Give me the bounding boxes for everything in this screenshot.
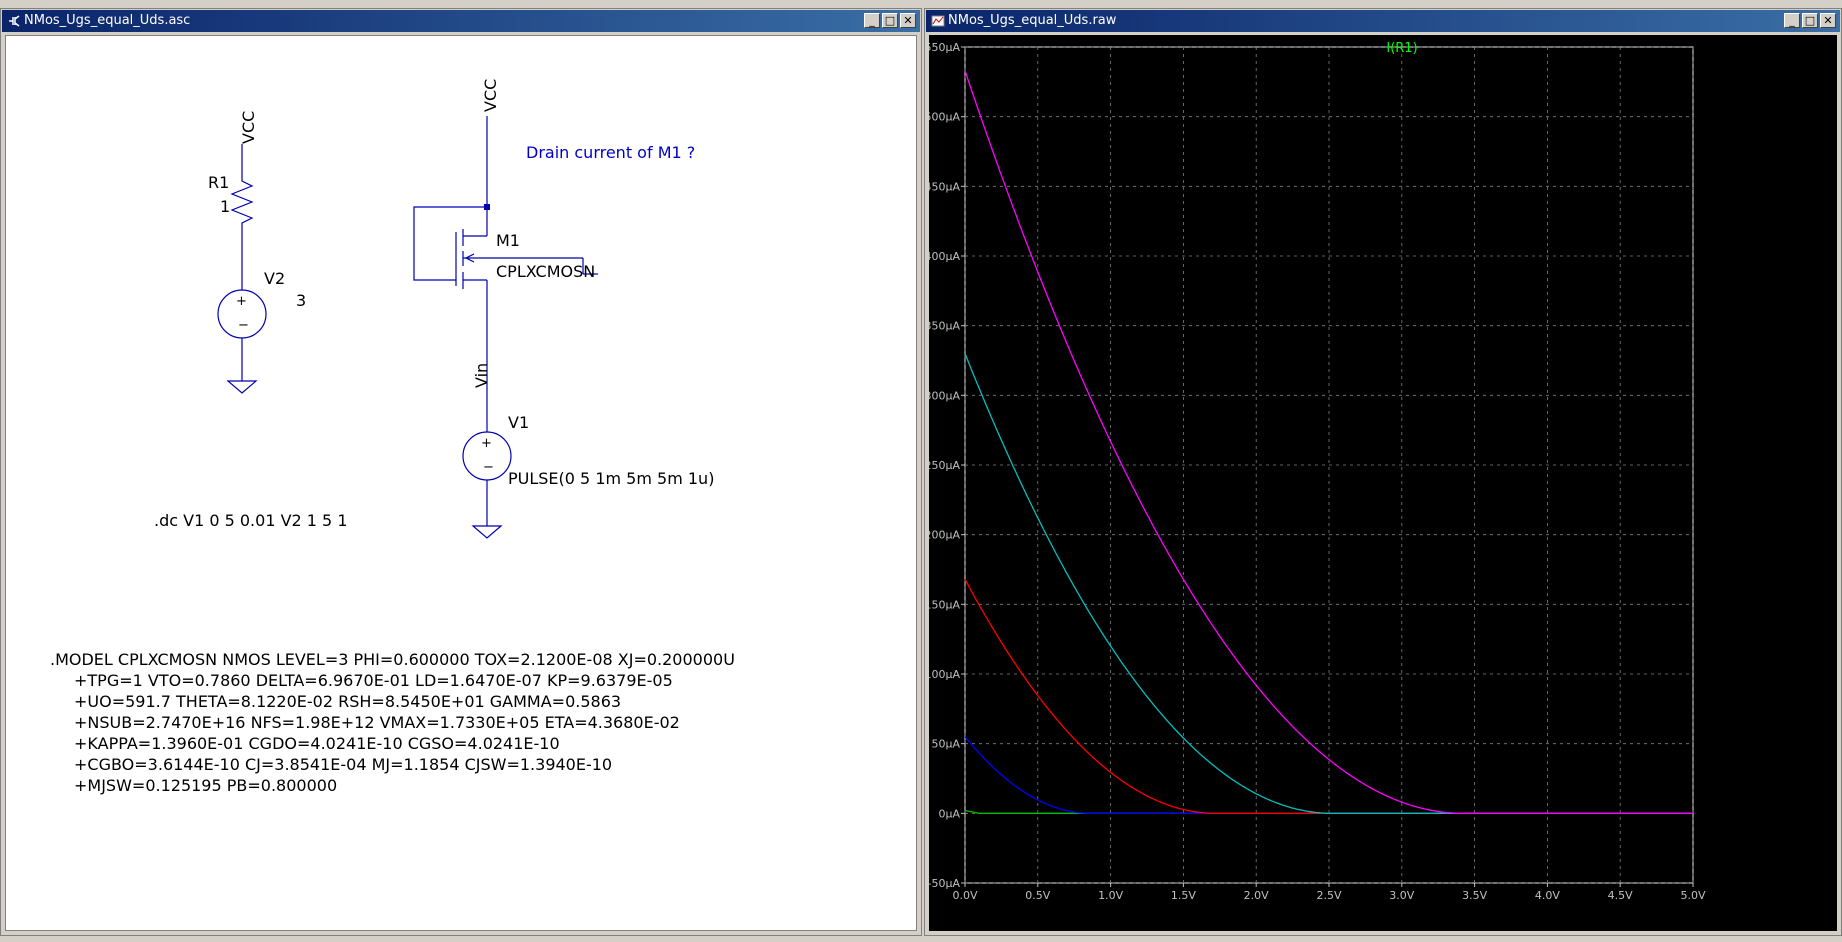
minimize-button[interactable]: _	[1784, 13, 1800, 28]
v1-name: V1	[508, 413, 529, 432]
resistor-r1-symbol[interactable]	[230, 176, 254, 228]
y-tick-label: 150µA	[929, 598, 960, 611]
y-tick-label: 300µA	[929, 389, 960, 402]
x-tick-label: 0.5V	[1025, 889, 1050, 902]
dc-directive[interactable]: .dc V1 0 5 0.01 V2 1 5 1	[154, 511, 348, 530]
y-tick-label: 100µA	[929, 668, 960, 681]
x-tick-label: 0.0V	[952, 889, 977, 902]
y-tick-label: 0µA	[938, 807, 960, 820]
model-line: +TPG=1 VTO=0.7860 DELTA=6.9670E-01 LD=1.…	[74, 671, 673, 690]
v1-value: PULSE(0 5 1m 5m 5m 1u)	[508, 469, 714, 488]
waveform-window[interactable]: NMos_Ugs_equal_Uds.raw _ □ ✕ -50µA 0µA 50µ…	[924, 8, 1842, 936]
model-directive[interactable]: .MODEL CPLXCMOSN NMOS LEVEL=3 PHI=0.6000…	[50, 650, 735, 795]
waveform-titlebar[interactable]: NMos_Ugs_equal_Uds.raw _ □ ✕	[926, 10, 1840, 32]
y-tick-label: 550µA	[929, 41, 960, 54]
schematic-window[interactable]: NMos_Ugs_equal_Uds.asc _ □ ✕ + − + − VCC…	[0, 8, 922, 936]
svg-text:+: +	[236, 294, 247, 309]
comment-text: Drain current of M1 ?	[526, 143, 695, 162]
vin-net-label: Vin	[472, 363, 491, 388]
close-button[interactable]: ✕	[900, 13, 916, 28]
schematic-titlebar[interactable]: NMos_Ugs_equal_Uds.asc _ □ ✕	[2, 10, 920, 32]
waveform-app-icon	[931, 15, 945, 27]
y-tick-label: 400µA	[929, 250, 960, 263]
waveform-plot-pane[interactable]: -50µA0µA50µA100µA150µA200µA250µA300µA350…	[924, 35, 1837, 933]
y-tick-label: 250µA	[929, 459, 960, 472]
v2-value: 3	[296, 291, 306, 310]
x-tick-label: 4.5V	[1608, 889, 1633, 902]
model-line: +MJSW=0.125195 PB=0.800000	[74, 776, 337, 795]
y-tick-label: 200µA	[929, 529, 960, 542]
x-tick-label: 1.0V	[1098, 889, 1123, 902]
y-tick-label: 350µA	[929, 320, 960, 333]
x-tick-label: 3.5V	[1462, 889, 1487, 902]
schematic-drawing[interactable]: + − + − VCC VCC R1 1 V2 3 M1 CPLXCMOSN V…	[6, 36, 918, 932]
svg-text:−: −	[238, 318, 249, 333]
wire	[413, 206, 487, 281]
ground-icon	[471, 525, 503, 539]
vcc-label-2: VCC	[481, 79, 500, 112]
m1-name: M1	[496, 231, 520, 250]
x-tick-label: 2.5V	[1316, 889, 1341, 902]
schematic-app-icon	[9, 15, 20, 27]
vcc-label-1: VCC	[239, 111, 258, 144]
y-tick-label: 500µA	[929, 111, 960, 124]
maximize-button[interactable]: □	[1802, 13, 1818, 28]
r1-value: 1	[220, 197, 230, 216]
x-tick-label: 2.0V	[1244, 889, 1269, 902]
model-line: +UO=591.7 THETA=8.1220E-02 RSH=8.5450E+0…	[74, 692, 621, 711]
x-tick-label: 1.5V	[1171, 889, 1196, 902]
v2-name: V2	[264, 269, 285, 288]
minimize-button[interactable]: _	[864, 13, 880, 28]
model-line: .MODEL CPLXCMOSN NMOS LEVEL=3 PHI=0.6000…	[50, 650, 735, 669]
close-button[interactable]: ✕	[1820, 13, 1836, 28]
maximize-button[interactable]: □	[882, 13, 898, 28]
y-tick-label: 450µA	[929, 180, 960, 193]
x-tick-label: 3.0V	[1389, 889, 1414, 902]
x-axis: 0.0V 0.5V 1.0V 1.5V 2.0V 2.5V 3.0V 3.5V 4.0V 4.5V…	[952, 883, 1706, 902]
y-axis: -50µA0µA50µA100µA150µA200µA250µA300µA350…	[924, 41, 965, 890]
model-line: +NSUB=2.7470E+16 NFS=1.98E+12 VMAX=1.733…	[74, 713, 680, 732]
y-tick-label: 50µA	[931, 738, 960, 751]
x-tick-label: 4.0V	[1535, 889, 1560, 902]
junction-dot	[484, 204, 490, 210]
trace-label[interactable]: I(R1)	[1386, 41, 1417, 56]
model-line: +KAPPA=1.3960E-01 CGDO=4.0241E-10 CGSO=4…	[74, 734, 560, 753]
schematic-canvas[interactable]: + − + − VCC VCC R1 1 V2 3 M1 CPLXCMOSN V…	[5, 35, 917, 931]
schematic-window-title: NMos_Ugs_equal_Uds.asc	[24, 13, 191, 28]
waveform-chart[interactable]: -50µA0µA50µA100µA150µA200µA250µA300µA350…	[924, 35, 1837, 933]
m1-model: CPLXCMOSN	[496, 262, 595, 281]
svg-text:+: +	[481, 436, 492, 451]
trace-line-3[interactable]	[964, 353, 1693, 814]
ground-icon	[226, 380, 258, 394]
chart-grid	[964, 46, 1694, 884]
x-tick-label: 5.0V	[1680, 889, 1705, 902]
model-line: +CGBO=3.6144E-10 CJ=3.8541E-04 MJ=1.1854…	[74, 755, 612, 774]
waveform-window-title: NMos_Ugs_equal_Uds.raw	[948, 13, 1117, 28]
r1-name: R1	[208, 173, 229, 192]
svg-text:−: −	[483, 460, 494, 475]
